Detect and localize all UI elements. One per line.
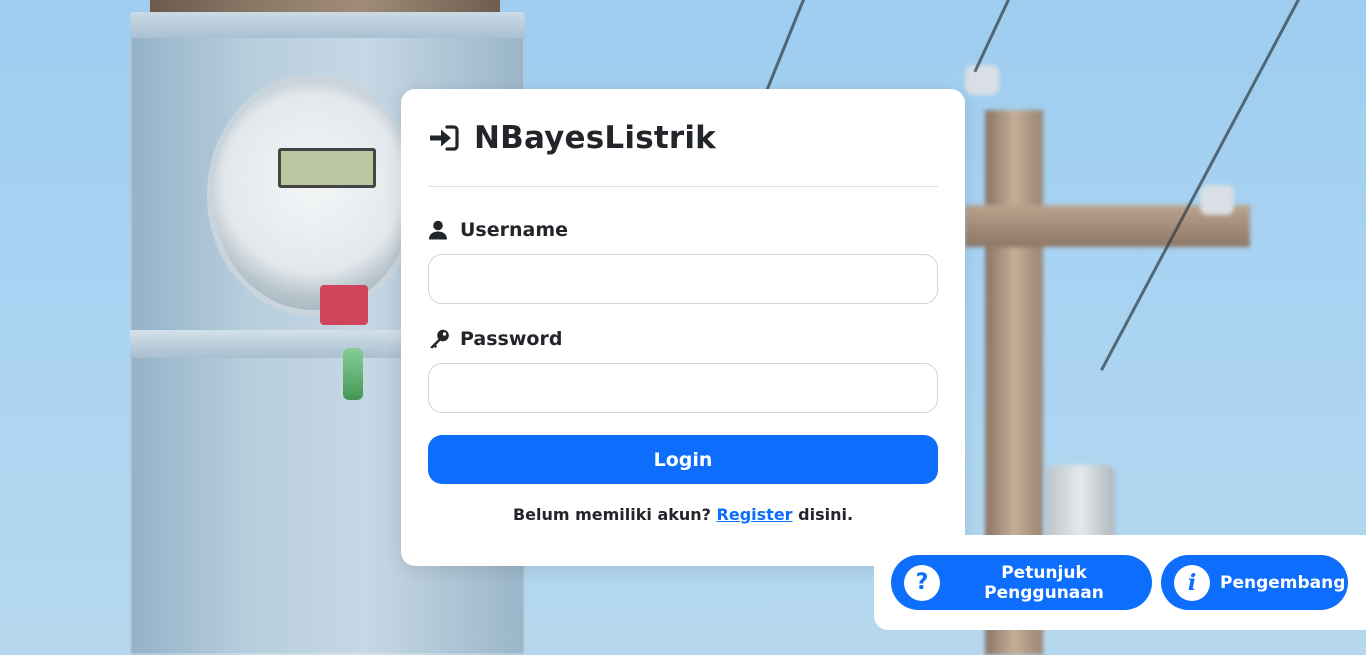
register-prefix: Belum memiliki akun?: [512, 505, 711, 524]
insulator: [965, 65, 999, 95]
app-title: NBayesListrik: [474, 119, 717, 156]
meter-cabinet-lid: [130, 12, 525, 38]
usage-guide-button[interactable]: ? Petunjuk Penggunaan: [891, 555, 1152, 610]
pole-transformer: [1045, 465, 1115, 545]
info-circle-icon: i: [1174, 564, 1210, 601]
user-icon: [428, 220, 448, 240]
login-card: NBayesListrik Username Password Login Be…: [401, 89, 965, 566]
meter-tag: [343, 348, 363, 400]
meter-display: [278, 148, 376, 188]
card-header: NBayesListrik: [428, 89, 938, 187]
power-line: [1100, 0, 1300, 371]
electric-meter-dial: [213, 80, 413, 310]
register-prompt: Belum memiliki akun? Register disini.: [428, 505, 938, 524]
question-circle-icon: ?: [904, 564, 940, 601]
meter-seal: [320, 285, 368, 325]
developer-label: Pengembang: [1220, 572, 1346, 593]
username-label-text: Username: [460, 219, 569, 241]
login-button[interactable]: Login: [428, 435, 938, 484]
developer-button[interactable]: i Pengembang: [1161, 555, 1348, 610]
key-icon: [428, 329, 449, 349]
password-input[interactable]: [428, 363, 938, 413]
power-line: [973, 0, 1010, 73]
sign-in-icon: [428, 124, 460, 152]
username-label: Username: [428, 217, 938, 243]
register-link[interactable]: Register: [717, 505, 793, 524]
username-input[interactable]: [428, 254, 938, 304]
insulator: [1200, 185, 1234, 215]
usage-guide-label: Petunjuk Penggunaan: [984, 562, 1104, 603]
help-panel: ? Petunjuk Penggunaan i Pengembang: [874, 535, 1366, 630]
register-suffix: disini.: [798, 505, 854, 524]
password-label-text: Password: [460, 328, 563, 350]
password-label: Password: [428, 326, 938, 352]
